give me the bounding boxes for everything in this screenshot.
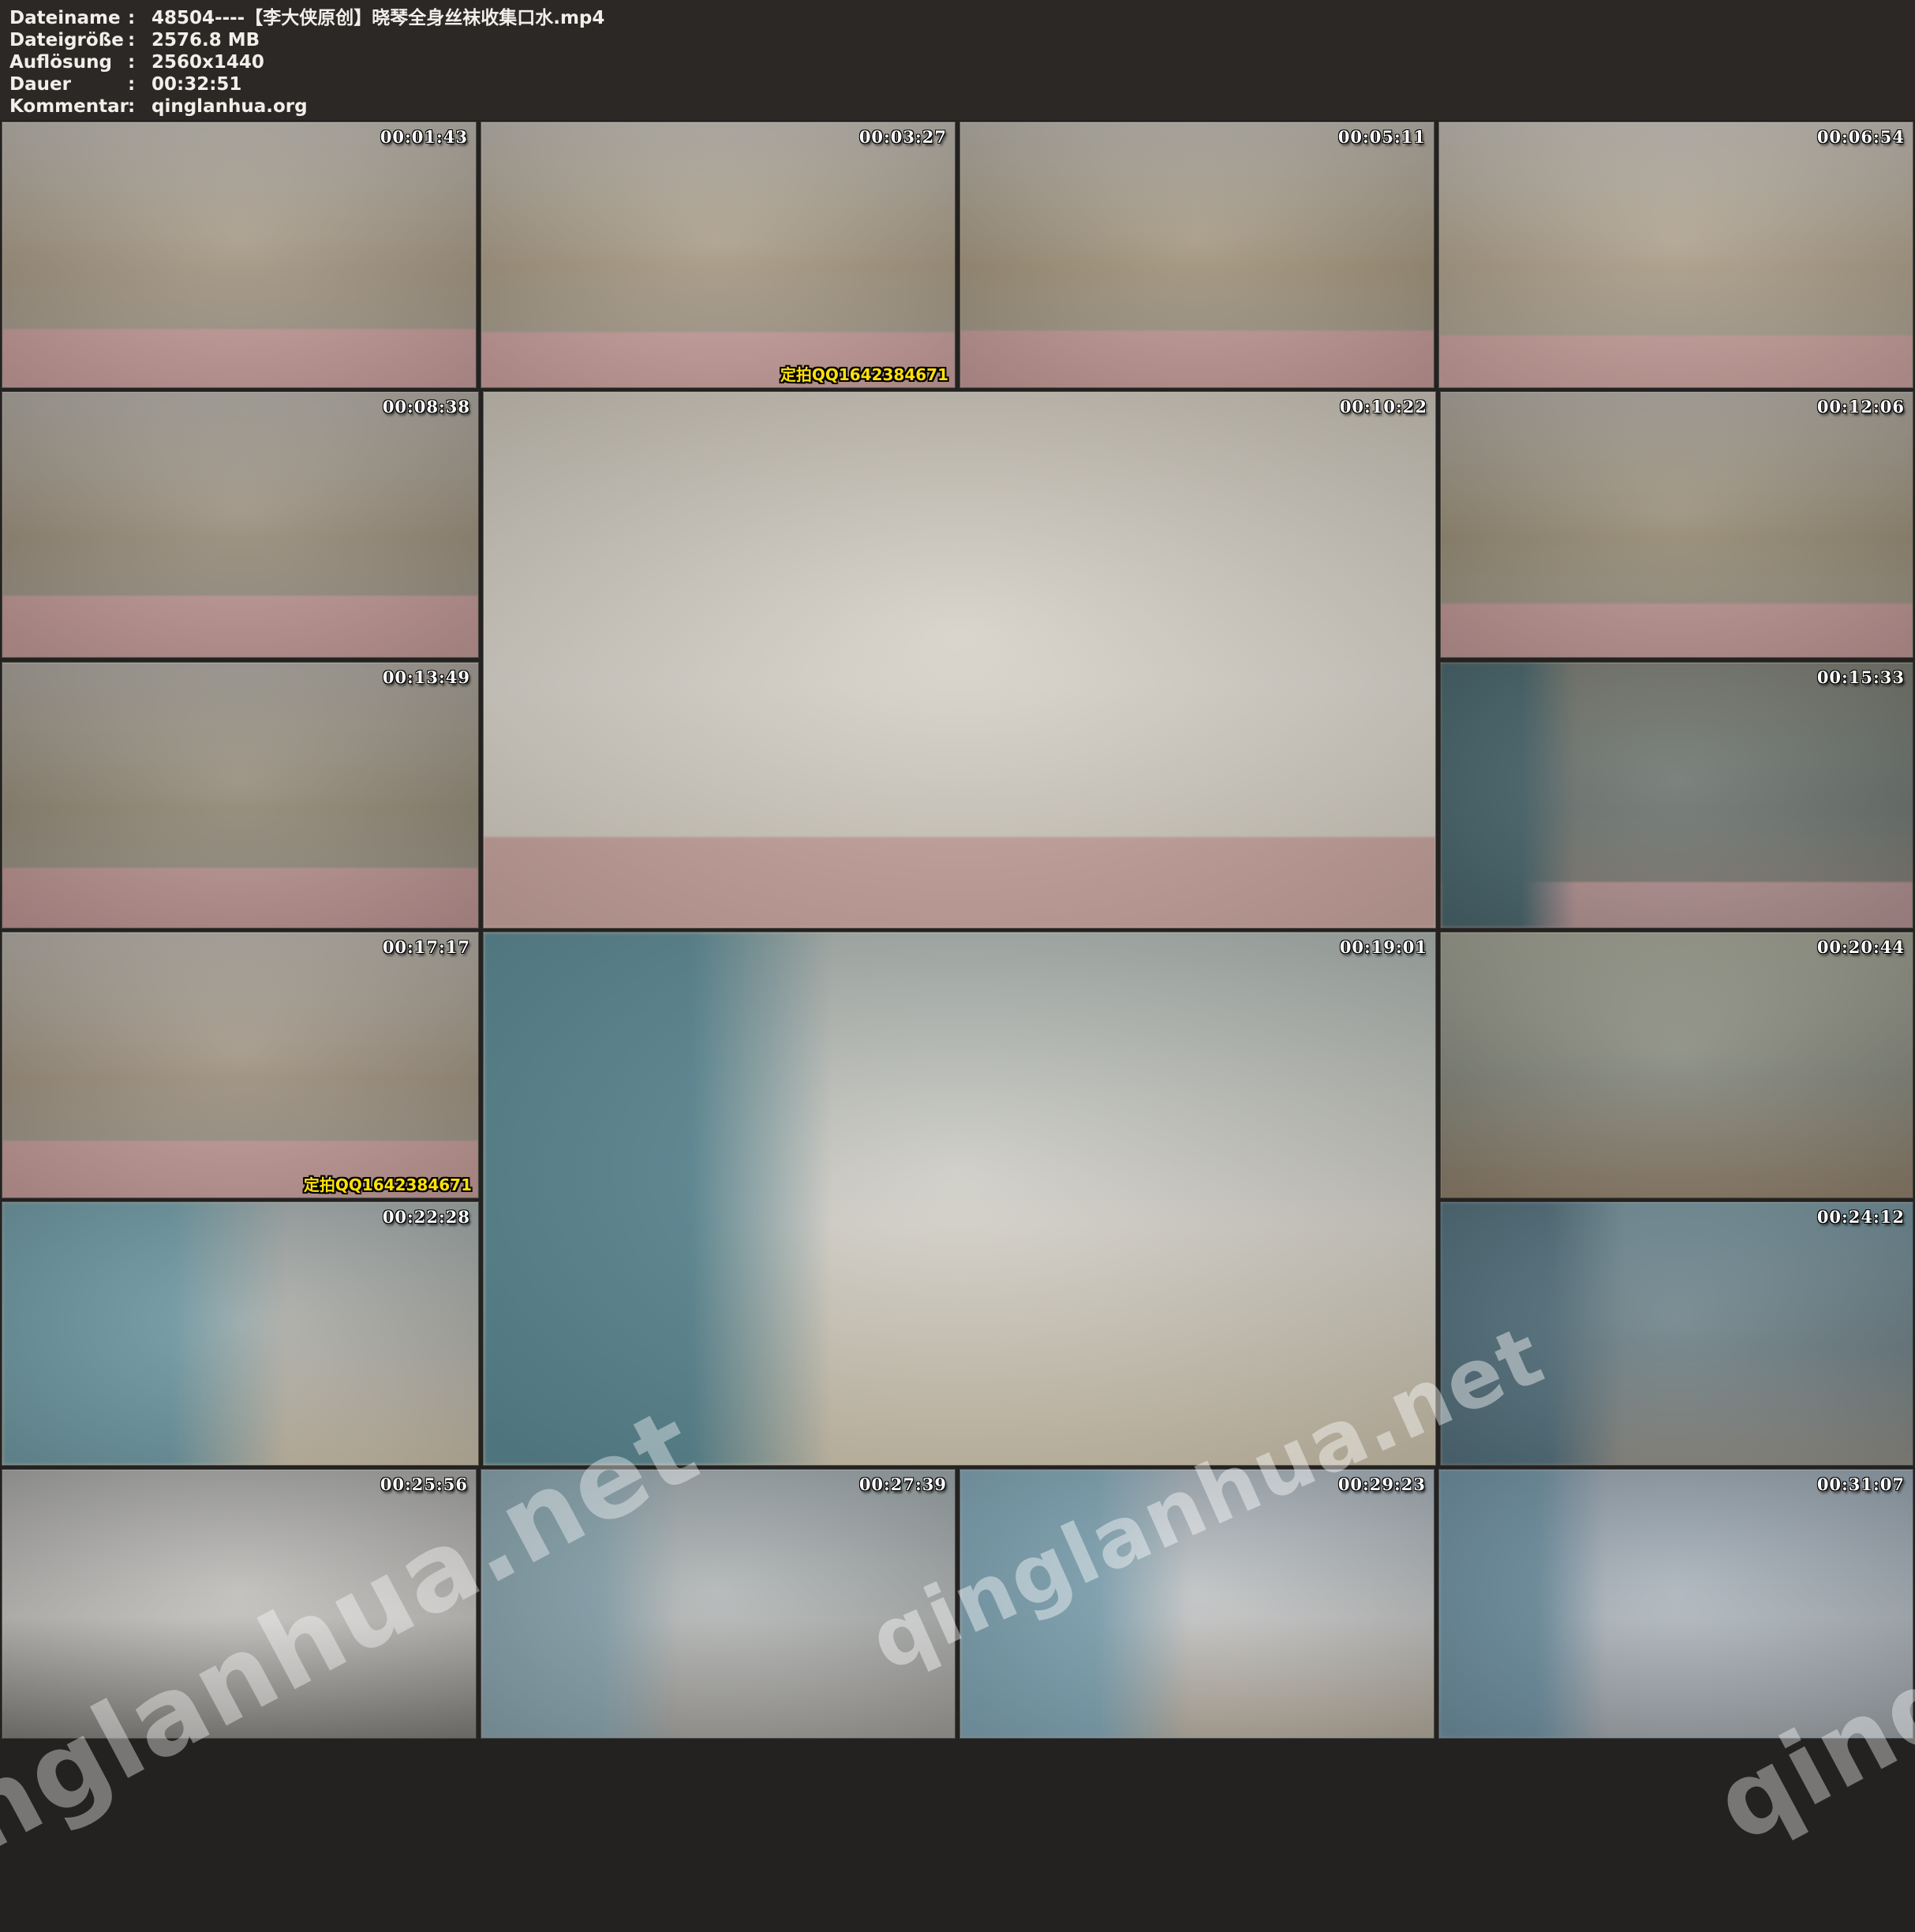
metadata-value: 00:32:51 xyxy=(151,73,241,95)
metadata-separator: : xyxy=(128,73,151,95)
metadata-separator: : xyxy=(128,29,151,51)
thumbnail-scene xyxy=(960,1470,1434,1738)
thumbnail-scene xyxy=(484,392,1435,928)
timestamp-badge: 00:17:17 xyxy=(383,937,470,957)
thumbnail-scene xyxy=(1439,1470,1913,1738)
timestamp-badge: 00:06:54 xyxy=(1817,127,1905,147)
video-thumbnail[interactable]: 00:19:01 xyxy=(483,932,1436,1466)
metadata-row: Dateigröße : 2576.8 MB xyxy=(9,29,1915,51)
timestamp-badge: 00:08:38 xyxy=(383,397,470,417)
thumbnail-scene xyxy=(1441,392,1913,657)
video-thumbnail[interactable]: 00:10:22 xyxy=(483,391,1436,929)
metadata-value: 2560x1440 xyxy=(151,51,264,73)
video-thumbnail[interactable]: 00:03:27 定拍QQ1642384671 xyxy=(481,121,956,388)
thumbnail-scene xyxy=(1441,932,1913,1198)
thumbnail-scene xyxy=(2,1202,478,1465)
metadata-label: Dauer xyxy=(9,73,128,95)
metadata-label: Dateigröße xyxy=(9,29,128,51)
qq-contact-overlay: 定拍QQ1642384671 xyxy=(780,362,948,385)
timestamp-badge: 00:15:33 xyxy=(1817,667,1905,687)
video-thumbnail[interactable]: 00:22:28 xyxy=(2,1201,479,1466)
thumbnail-scene xyxy=(2,392,478,657)
timestamp-badge: 00:10:22 xyxy=(1340,397,1427,417)
video-thumbnail[interactable]: 00:27:39 xyxy=(481,1469,956,1739)
thumbnail-scene xyxy=(2,122,476,387)
timestamp-badge: 00:29:23 xyxy=(1338,1474,1426,1494)
video-thumbnail[interactable]: 00:31:07 xyxy=(1438,1469,1913,1739)
timestamp-badge: 00:24:12 xyxy=(1817,1207,1905,1227)
metadata-row: Kommentar : qinglanhua.org xyxy=(9,95,1915,118)
video-thumbnail[interactable]: 00:29:23 xyxy=(959,1469,1434,1739)
thumbnail-scene xyxy=(481,122,955,387)
timestamp-badge: 00:31:07 xyxy=(1817,1474,1905,1494)
timestamp-badge: 00:19:01 xyxy=(1340,937,1427,957)
timestamp-badge: 00:27:39 xyxy=(859,1474,947,1494)
contact-sheet: 00:01:43 00:03:27 定拍QQ1642384671 00:05:1… xyxy=(0,0,1915,1740)
timestamp-badge: 00:25:56 xyxy=(380,1474,468,1494)
video-thumbnail[interactable]: 00:05:11 xyxy=(959,121,1434,388)
thumbnail-scene xyxy=(484,932,1435,1465)
timestamp-badge: 00:13:49 xyxy=(383,667,470,687)
qq-contact-overlay: 定拍QQ1642384671 xyxy=(304,1172,472,1195)
metadata-value: 48504----【李大侠原创】晓琴全身丝袜收集口水.mp4 xyxy=(151,7,604,29)
thumbnail-scene xyxy=(960,122,1434,387)
video-thumbnail[interactable]: 00:24:12 xyxy=(1440,1201,1913,1466)
video-thumbnail[interactable]: 00:25:56 xyxy=(2,1469,477,1739)
timestamp-badge: 00:05:11 xyxy=(1338,127,1426,147)
thumbnail-scene xyxy=(1439,122,1913,387)
video-thumbnail[interactable]: 00:13:49 xyxy=(2,662,479,929)
video-thumbnail[interactable]: 00:15:33 xyxy=(1440,662,1913,929)
thumbnail-scene xyxy=(1441,663,1913,928)
thumbnail-scene xyxy=(2,1470,476,1738)
metadata-separator: : xyxy=(128,51,151,73)
metadata-label: Kommentar xyxy=(9,95,128,118)
metadata-row: Auflösung : 2560x1440 xyxy=(9,51,1915,73)
timestamp-badge: 00:01:43 xyxy=(380,127,468,147)
video-thumbnail[interactable]: 00:17:17 定拍QQ1642384671 xyxy=(2,932,479,1198)
thumbnail-scene xyxy=(1441,1202,1913,1465)
metadata-value: 2576.8 MB xyxy=(151,29,260,51)
video-thumbnail[interactable]: 00:08:38 xyxy=(2,391,479,658)
metadata-row: Dateiname : 48504----【李大侠原创】晓琴全身丝袜收集口水.m… xyxy=(9,7,1915,29)
metadata-separator: : xyxy=(128,7,151,29)
timestamp-badge: 00:20:44 xyxy=(1817,937,1905,957)
metadata-panel: Dateiname : 48504----【李大侠原创】晓琴全身丝袜收集口水.m… xyxy=(0,0,1915,120)
thumbnail-scene xyxy=(2,663,478,928)
timestamp-badge: 00:22:28 xyxy=(383,1207,470,1227)
metadata-value: qinglanhua.org xyxy=(151,95,308,118)
metadata-label: Auflösung xyxy=(9,51,128,73)
thumbnail-scene xyxy=(2,932,478,1198)
video-thumbnail[interactable]: 00:20:44 xyxy=(1440,932,1913,1198)
metadata-row: Dauer : 00:32:51 xyxy=(9,73,1915,95)
metadata-label: Dateiname xyxy=(9,7,128,29)
thumbnail-scene xyxy=(481,1470,955,1738)
video-thumbnail[interactable]: 00:12:06 xyxy=(1440,391,1913,658)
timestamp-badge: 00:03:27 xyxy=(859,127,947,147)
metadata-separator: : xyxy=(128,95,151,118)
timestamp-badge: 00:12:06 xyxy=(1817,397,1905,417)
video-thumbnail[interactable]: 00:01:43 xyxy=(2,121,477,388)
video-thumbnail[interactable]: 00:06:54 xyxy=(1438,121,1913,388)
